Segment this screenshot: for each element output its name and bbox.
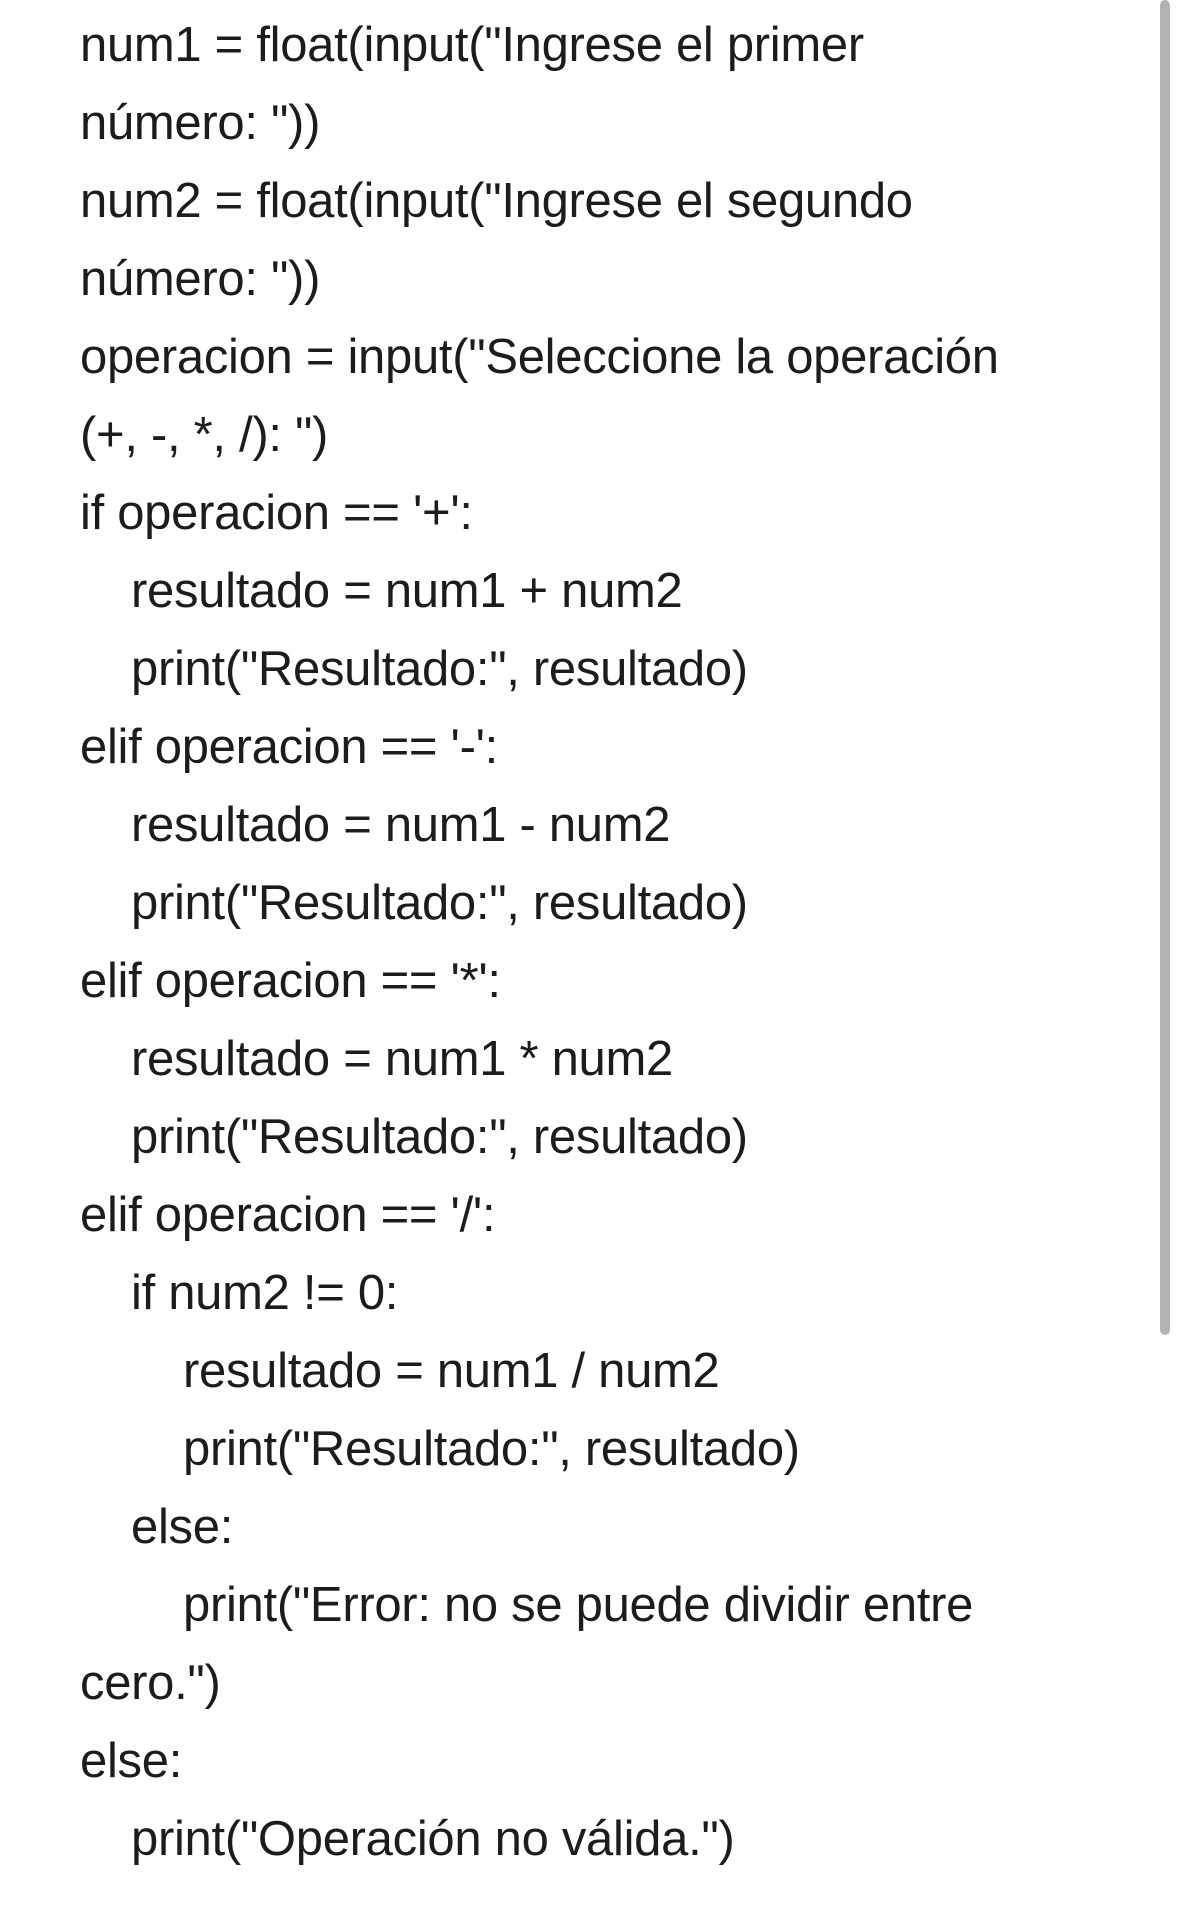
code-note: num1 = float(input("Ingrese el primer nú… xyxy=(0,0,1160,1927)
code-line: if operacion == '+': xyxy=(80,486,473,540)
code-line: print("Operación no válida.") xyxy=(131,1812,735,1866)
code-line: else: xyxy=(80,1734,183,1788)
code-line: resultado = num1 + num2 xyxy=(131,564,683,618)
code-line: elif operacion == '*': xyxy=(80,954,501,1008)
vertical-scrollbar[interactable] xyxy=(1160,0,1170,1335)
code-line: print("Resultado:", resultado) xyxy=(131,1110,748,1164)
code-line: resultado = num1 - num2 xyxy=(131,798,671,852)
code-line: print("Error: no se puede dividir entre xyxy=(183,1578,974,1632)
code-line: else: xyxy=(131,1500,234,1554)
code-line: resultado = num1 / num2 xyxy=(183,1344,720,1398)
code-line: número: ")) xyxy=(80,96,321,150)
code-line: num2 = float(input("Ingrese el segundo xyxy=(80,174,913,228)
code-line: (+, -, *, /): ") xyxy=(80,408,329,462)
code-line: cero.") xyxy=(80,1656,221,1710)
code-line: elif operacion == '/': xyxy=(80,1188,496,1242)
code-line: if num2 != 0: xyxy=(131,1266,399,1320)
code-line: número: ")) xyxy=(80,252,321,306)
code-line: print("Resultado:", resultado) xyxy=(131,876,748,930)
code-line: print("Resultado:", resultado) xyxy=(183,1422,800,1476)
code-line: operacion = input("Seleccione la operaci… xyxy=(80,330,999,384)
code-line: num1 = float(input("Ingrese el primer xyxy=(80,18,864,72)
code-line: resultado = num1 * num2 xyxy=(131,1032,673,1086)
code-line: elif operacion == '-': xyxy=(80,720,498,774)
code-line: print("Resultado:", resultado) xyxy=(131,642,748,696)
